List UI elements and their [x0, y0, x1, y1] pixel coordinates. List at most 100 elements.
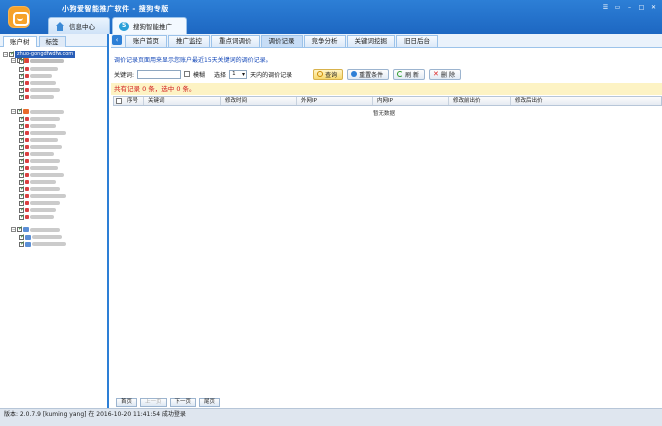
tree-checkbox[interactable]: [19, 213, 25, 220]
tree-child-node[interactable]: [19, 57, 64, 64]
tree-checkbox[interactable]: [17, 107, 23, 114]
collapse-icon[interactable]: −: [3, 51, 8, 57]
tab-account-home[interactable]: 账户首页: [125, 35, 167, 47]
refresh-button[interactable]: 刷 新: [393, 68, 426, 80]
col-index[interactable]: 序号: [123, 97, 143, 105]
restore-icon[interactable]: ▭: [613, 4, 622, 12]
first-page-button[interactable]: 首页: [116, 398, 138, 407]
campaign-icon: [25, 95, 29, 99]
tree-child-node[interactable]: [19, 192, 66, 199]
tree-child-node[interactable]: [19, 233, 62, 240]
collapse-icon[interactable]: −: [11, 227, 16, 232]
tree-child-node[interactable]: [19, 199, 60, 206]
campaign-icon: [25, 201, 29, 205]
back-icon[interactable]: ‹: [112, 35, 122, 45]
select-all-checkbox[interactable]: [116, 98, 122, 104]
campaign-icon: [25, 180, 29, 184]
campaign-icon: [25, 59, 29, 63]
fuzzy-checkbox[interactable]: [184, 71, 191, 77]
tree-checkbox[interactable]: [17, 225, 23, 232]
tab-account-tree[interactable]: 账户树: [3, 36, 37, 47]
last-page-button[interactable]: 尾页: [199, 398, 221, 407]
delete-button[interactable]: ✕ 删 除: [429, 68, 461, 80]
reset-label: 重置条件: [359, 71, 384, 79]
tree-child-label: [30, 194, 66, 198]
tree-child-label: [30, 201, 60, 205]
col-keyword[interactable]: 关键词: [143, 97, 220, 105]
col-bid-before[interactable]: 修改前出价: [448, 97, 510, 105]
menu-icon[interactable]: ☰: [601, 4, 610, 12]
tree-child-node[interactable]: [19, 93, 54, 100]
status-bar: 版本: 2.0.7.9 [kuming yang] 在 2016-10-20 1…: [0, 408, 662, 426]
campaign-icon: [25, 88, 29, 92]
tab-competition[interactable]: 竞争分析: [303, 35, 346, 47]
campaign-icon: [25, 117, 29, 121]
campaign-icon: [25, 124, 29, 128]
range-select[interactable]: 1: [229, 69, 248, 79]
tree-child-label: [30, 81, 56, 85]
account-tree-panel: 账户树 标签 −zhuo-gongdfwdfw.com−−−: [0, 34, 109, 408]
col-modify-time[interactable]: 修改时间: [220, 97, 296, 105]
tree-group-label: [30, 109, 64, 114]
account-tree: −zhuo-gongdfwdfw.com−−−: [3, 50, 107, 400]
query-button[interactable]: 查询: [313, 68, 344, 80]
col-bid-after-label: 修改后出价: [515, 98, 543, 104]
reset-button[interactable]: 重置条件: [347, 68, 390, 80]
next-page-button[interactable]: 下一页: [169, 398, 197, 407]
app-title: 小狗爱智能推广软件 - 搜狗专版: [62, 5, 169, 13]
collapse-icon[interactable]: −: [11, 109, 16, 114]
tab-promotion-monitor[interactable]: 推广监控: [168, 35, 210, 47]
minimize-icon[interactable]: –: [625, 4, 634, 12]
close-icon[interactable]: ✕: [649, 4, 658, 12]
tab-labels[interactable]: 标签: [38, 36, 66, 47]
tree-child-label: [30, 173, 64, 177]
tree-child-label: [30, 159, 60, 163]
tree-group-label: [30, 227, 60, 232]
tree-child-node[interactable]: [19, 185, 60, 192]
tab-info-center[interactable]: 信息中心: [48, 17, 110, 34]
tree-child-node[interactable]: [19, 129, 66, 136]
collapse-icon[interactable]: −: [11, 58, 16, 63]
tree-group-node[interactable]: −: [11, 225, 60, 233]
search-icon: [317, 71, 324, 77]
tree-checkbox[interactable]: [19, 240, 25, 247]
tree-child-label: [30, 117, 60, 121]
tree-child-node[interactable]: [19, 157, 60, 164]
window-controls: ☰ ▭ – □ ✕: [601, 4, 658, 12]
tab-key-bid[interactable]: 重点词调价: [211, 35, 260, 47]
tab-keyword-mining[interactable]: 关键词挖掘: [346, 35, 395, 47]
col-internal-ip[interactable]: 内网IP: [372, 97, 448, 105]
tab-old-backend[interactable]: 旧日后台: [396, 35, 438, 47]
tree-child-node[interactable]: [19, 213, 54, 220]
tree-checkbox[interactable]: [19, 57, 25, 64]
tree-child-node[interactable]: [19, 171, 64, 178]
tree-child-node[interactable]: [19, 86, 60, 93]
filter-row: 关键词: 模糊 选择 1 天内的调价记录 查询 重置条件 刷 新 ✕ 删 除: [114, 68, 461, 80]
prev-page-button[interactable]: 上一页: [140, 398, 167, 407]
col-external-ip[interactable]: 外网IP: [296, 97, 372, 105]
tree-group-node[interactable]: −: [11, 107, 64, 115]
keyword-input[interactable]: [137, 69, 182, 79]
tree-child-label: [32, 235, 62, 239]
col-keyword-label: 关键词: [148, 98, 165, 104]
tree-child-node[interactable]: [19, 143, 62, 150]
col-bid-after[interactable]: 修改后出价: [510, 97, 590, 105]
tab-sogou-promotion[interactable]: 搜狗智能推广: [112, 17, 187, 34]
maximize-icon[interactable]: □: [637, 4, 646, 12]
tree-checkbox[interactable]: [9, 50, 15, 57]
app-logo-icon: [8, 6, 30, 28]
tree-child-label: [30, 74, 52, 78]
tree-child-label: [30, 131, 66, 135]
nav-tabs: ‹ 账户首页 推广监控 重点词调价 调价记录 竞争分析 关键词挖掘 旧日后台: [111, 34, 662, 48]
tree-child-node[interactable]: [19, 240, 66, 247]
tree-child-label: [30, 59, 64, 63]
campaign-icon: [25, 67, 29, 71]
folder-icon: [23, 109, 29, 114]
campaign-icon: [25, 208, 29, 212]
keyword-label: 关键词:: [114, 71, 135, 79]
campaign-icon: [25, 152, 29, 156]
tree-checkbox[interactable]: [19, 93, 25, 100]
tab-bid-records[interactable]: 调价记录: [260, 35, 303, 47]
tree-child-node[interactable]: [19, 115, 60, 122]
top-tabs: 信息中心 搜狗智能推广: [48, 17, 187, 34]
